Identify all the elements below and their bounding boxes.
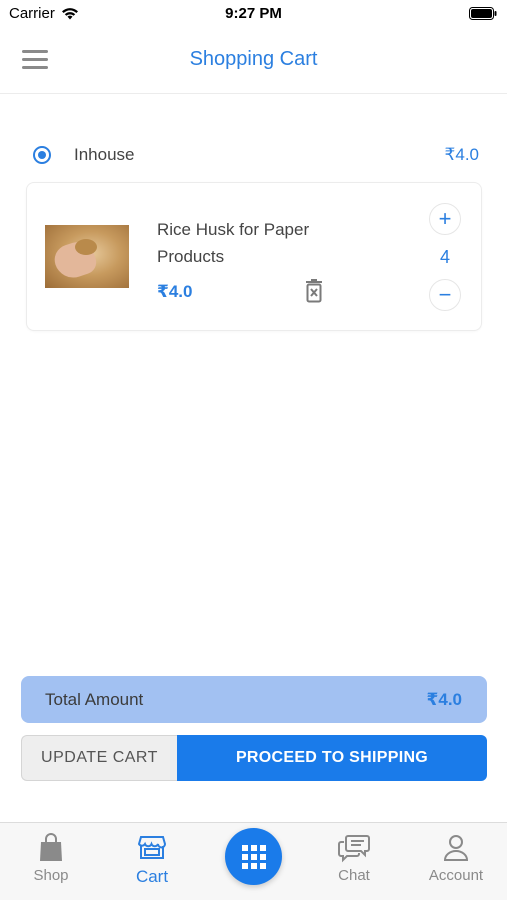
total-amount-label: Total Amount [45, 690, 144, 709]
status-bar: Carrier 9:27 PM [0, 0, 507, 28]
nav-item-chat[interactable]: Chat [314, 833, 394, 884]
store-icon [138, 836, 166, 859]
nav-label-chat: Chat [338, 867, 370, 884]
page-title: Shopping Cart [189, 48, 318, 70]
quantity-increase-button[interactable]: + [429, 203, 461, 235]
total-amount-value: ₹4.0 [426, 690, 462, 709]
battery-icon [469, 7, 497, 20]
nav-label-account: Account [428, 867, 484, 884]
app-header: Shopping Cart [0, 30, 507, 94]
nav-center-button[interactable] [225, 828, 282, 885]
cart-item-card: Rice Husk for Paper Products ₹4.0 + 4 − [26, 182, 482, 331]
shopping-bag-icon [40, 833, 62, 861]
seller-group: Inhouse ₹4.0 [33, 140, 479, 168]
grid-icon [241, 844, 266, 869]
bottom-navigation: Shop Cart Chat Account [0, 822, 507, 900]
delete-icon[interactable] [304, 279, 324, 303]
product-name: Rice Husk for Paper Products [157, 220, 310, 266]
seller-name: Inhouse [74, 145, 135, 164]
nav-item-shop[interactable]: Shop [11, 833, 91, 884]
user-icon [443, 835, 469, 861]
update-cart-button[interactable]: UPDATE CART [21, 735, 177, 781]
seller-radio[interactable] [33, 146, 51, 164]
status-time: 9:27 PM [225, 5, 282, 22]
nav-label-cart: Cart [135, 867, 169, 886]
quantity-value: 4 [439, 247, 450, 267]
nav-item-cart[interactable]: Cart [112, 833, 192, 887]
product-price: ₹4.0 [157, 282, 193, 301]
quantity-decrease-button[interactable]: − [429, 279, 461, 311]
seller-total: ₹4.0 [444, 145, 479, 164]
chat-icon [338, 835, 370, 863]
total-amount-bar: Total Amount ₹4.0 [21, 676, 487, 723]
proceed-to-shipping-button[interactable]: PROCEED TO SHIPPING [177, 735, 487, 781]
nav-label-shop: Shop [33, 867, 69, 884]
product-image [45, 225, 129, 288]
nav-item-account[interactable]: Account [416, 833, 496, 884]
